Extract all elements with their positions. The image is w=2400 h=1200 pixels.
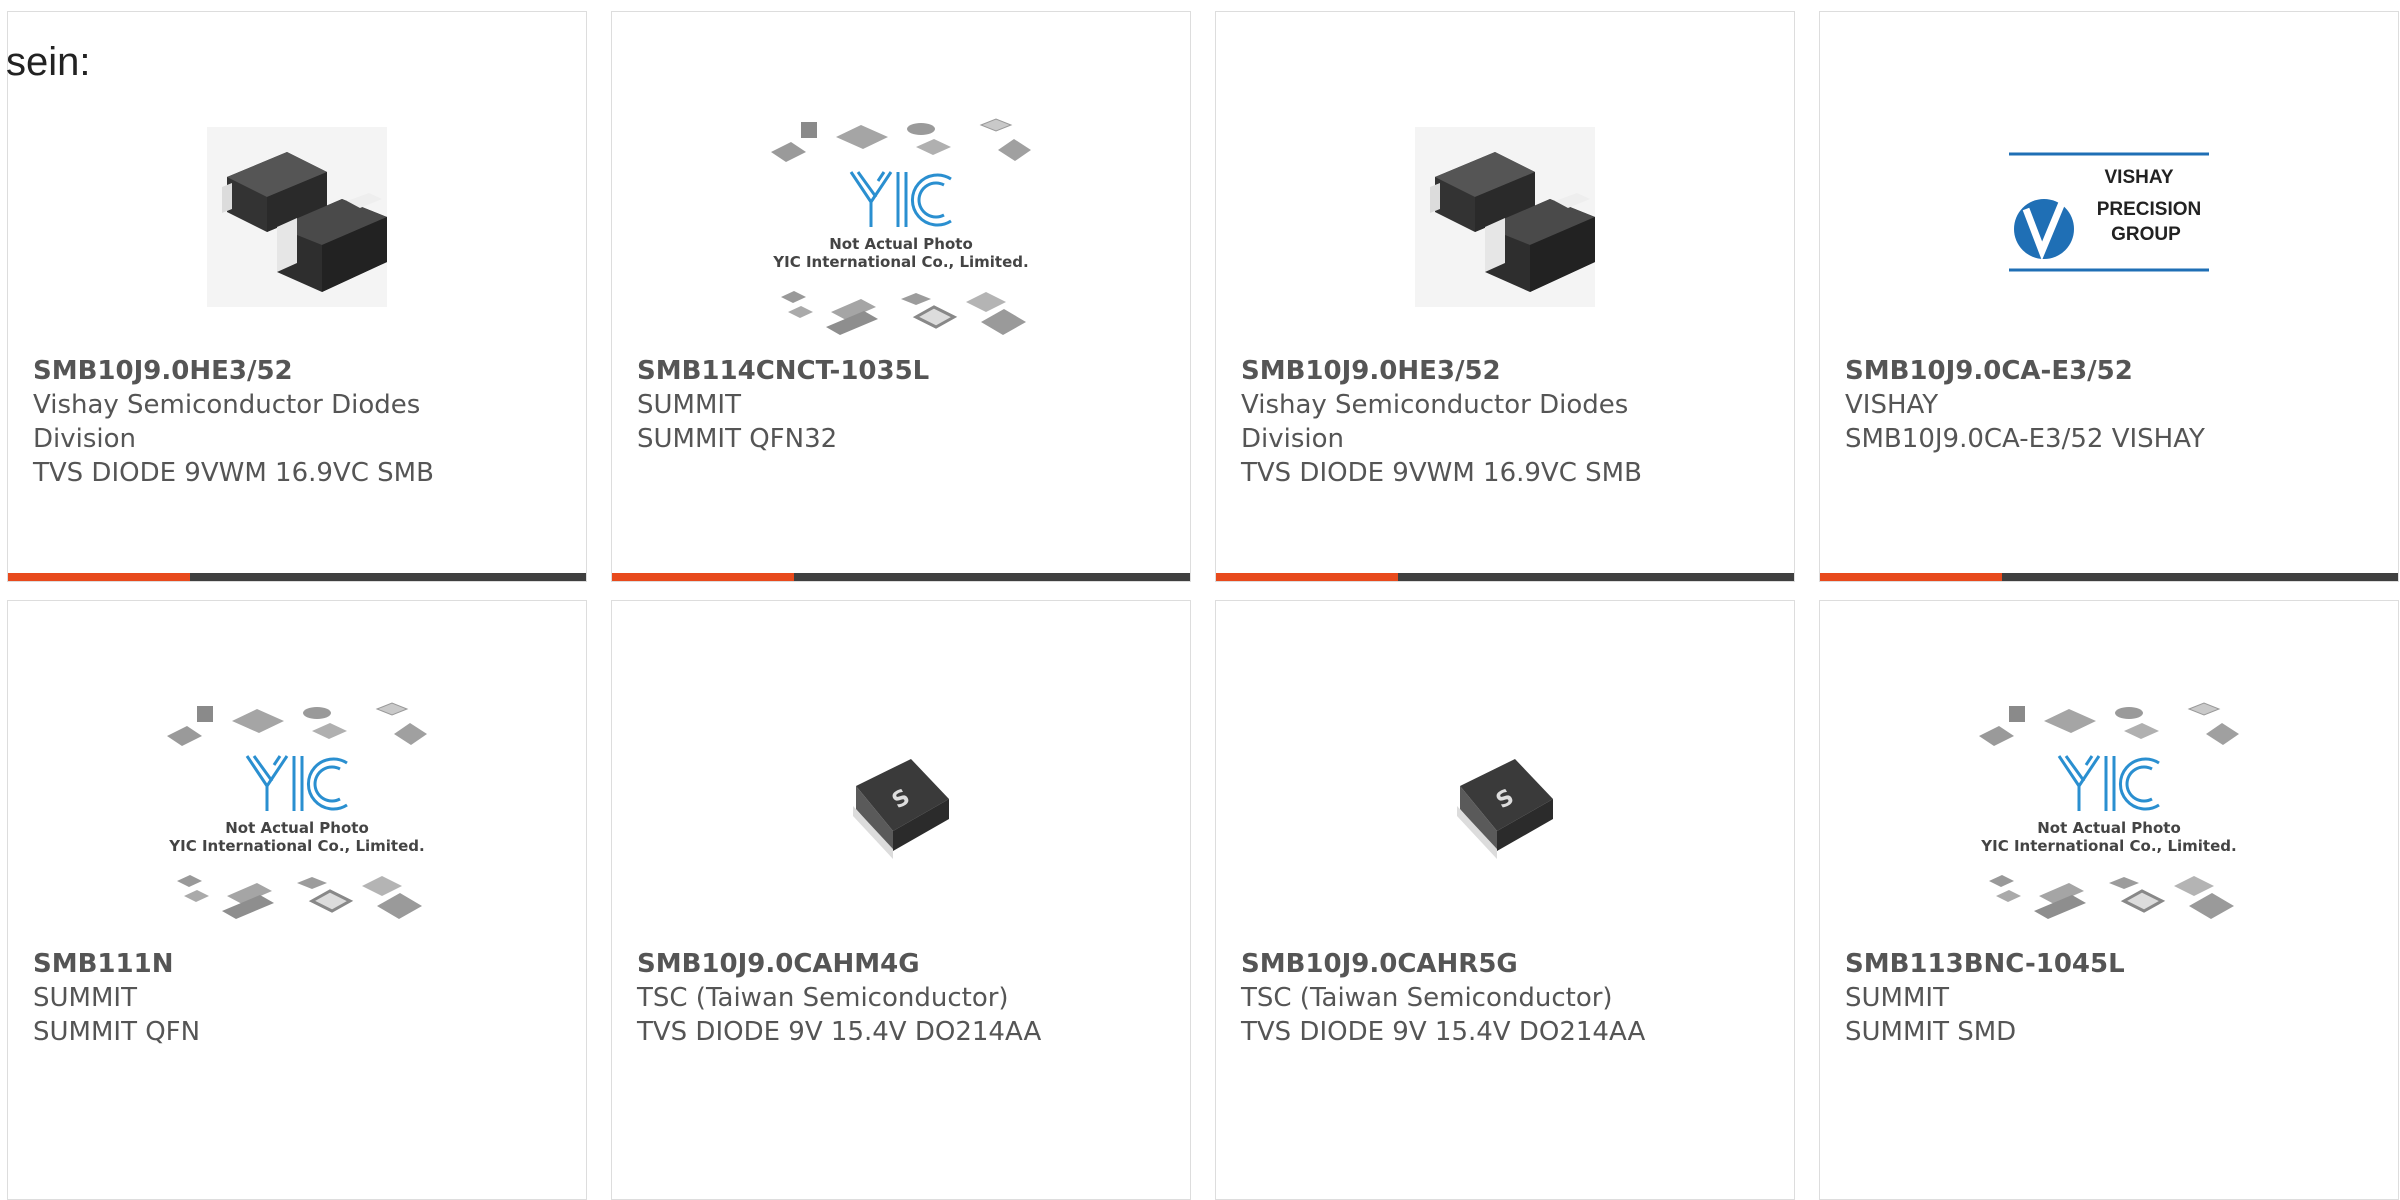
card-bottom-bar [1216,573,1794,581]
description: TVS DIODE 9VWM 16.9VC SMB [1241,458,1642,488]
manufacturer: SUMMIT [33,983,137,1013]
part-number[interactable]: SMB113BNC-1045L [1845,947,2378,981]
svg-text:Not Actual Photo: Not Actual Photo [2037,819,2181,837]
card-accent-bar [612,573,794,581]
vishay-logo-icon: VISHAY PRECISION GROUP [2009,152,2209,272]
product-card[interactable]: S SMB10J9.0CAHM4G TSC (Taiwan Semiconduc… [611,600,1191,1200]
product-image-smb-diode [8,87,586,347]
description: TVS DIODE 9VWM 16.9VC SMB [33,458,434,488]
manufacturer-continued: Division [1241,424,1345,454]
card-accent-bar [8,573,190,581]
manufacturer: TSC (Taiwan Semiconductor) [637,983,1009,1013]
part-number[interactable]: SMB111N [33,947,566,981]
card-accent-bar [1216,573,1398,581]
product-grid: SMB10J9.0HE3/52 Vishay Semiconductor Dio… [7,11,2400,1200]
part-number[interactable]: SMB10J9.0CAHR5G [1241,947,1774,981]
svg-text:Not Actual Photo: Not Actual Photo [225,819,369,837]
manufacturer: TSC (Taiwan Semiconductor) [1241,983,1613,1013]
product-card[interactable]: S SMB10J9.0CAHR5G TSC (Taiwan Semiconduc… [1215,600,1795,1200]
product-card[interactable]: SMB10J9.0HE3/52 Vishay Semiconductor Dio… [7,11,587,582]
product-info: SMB111N SUMMIT SUMMIT QFN [33,947,566,1049]
product-info: SMB114CNCT-1035L SUMMIT SUMMIT QFN32 [637,354,1170,456]
product-info: SMB10J9.0CAHM4G TSC (Taiwan Semiconducto… [637,947,1170,1049]
svg-text:YIC International Co., Limited: YIC International Co., Limited. [772,253,1028,271]
product-image-placeholder: Not Actual Photo YIC International Co., … [8,691,586,951]
svg-text:YIC International Co., Limited: YIC International Co., Limited. [1980,837,2236,855]
svg-text:PRECISION: PRECISION [2097,199,2202,220]
description: SUMMIT SMD [1845,1017,2017,1047]
manufacturer: VISHAY [1845,390,1939,420]
description: TVS DIODE 9V 15.4V DO214AA [637,1017,1042,1047]
card-bottom-bar [8,573,586,581]
product-image-placeholder: Not Actual Photo YIC International Co., … [1820,691,2398,951]
do214-diode-photo-icon: S [1457,759,1553,859]
product-image-placeholder: Not Actual Photo YIC International Co., … [612,107,1190,367]
yic-placeholder-icon: Not Actual Photo YIC International Co., … [167,702,427,919]
yic-placeholder-icon: Not Actual Photo YIC International Co., … [771,118,1031,335]
yic-placeholder-icon: Not Actual Photo YIC International Co., … [1979,702,2239,919]
product-image-smb-diode [1216,87,1794,347]
manufacturer: Vishay Semiconductor Diodes [1241,390,1629,420]
do214-diode-photo-icon: S [853,759,949,859]
description: TVS DIODE 9V 15.4V DO214AA [1241,1017,1646,1047]
product-image-do214-diode: S [1216,681,1794,941]
product-info: SMB113BNC-1045L SUMMIT SUMMIT SMD [1845,947,2378,1049]
description: SMB10J9.0CA-E3/52 VISHAY [1845,424,2205,454]
product-card[interactable]: SMB10J9.0HE3/52 Vishay Semiconductor Dio… [1215,11,1795,582]
product-card[interactable]: VISHAY PRECISION GROUP SMB10J9.0CA-E3/52… [1819,11,2399,582]
svg-text:Not Actual Photo: Not Actual Photo [829,235,973,253]
product-image-vishay-logo: VISHAY PRECISION GROUP [1820,82,2398,342]
description: SUMMIT QFN [33,1017,201,1047]
card-accent-bar [1820,573,2002,581]
product-info: SMB10J9.0CAHR5G TSC (Taiwan Semiconducto… [1241,947,1774,1049]
manufacturer: Vishay Semiconductor Diodes [33,390,421,420]
product-card[interactable]: Not Actual Photo YIC International Co., … [1819,600,2399,1200]
part-number[interactable]: SMB114CNCT-1035L [637,354,1170,388]
svg-text:YIC International Co., Limited: YIC International Co., Limited. [168,837,424,855]
card-bottom-bar [612,573,1190,581]
description: SUMMIT QFN32 [637,424,838,454]
manufacturer: SUMMIT [1845,983,1949,1013]
manufacturer: SUMMIT [637,390,741,420]
part-number[interactable]: SMB10J9.0CAHM4G [637,947,1170,981]
product-image-do214-diode: S [612,681,1190,941]
part-number[interactable]: SMB10J9.0HE3/52 [1241,354,1774,388]
smb-diode-photo-icon [207,127,387,307]
product-card[interactable]: Not Actual Photo YIC International Co., … [7,600,587,1200]
product-info: SMB10J9.0CA-E3/52 VISHAY SMB10J9.0CA-E3/… [1845,354,2378,456]
part-number[interactable]: SMB10J9.0CA-E3/52 [1845,354,2378,388]
product-info: SMB10J9.0HE3/52 Vishay Semiconductor Dio… [33,354,566,490]
lead-text: sein: [6,40,91,84]
smb-diode-photo-icon [1415,127,1595,307]
part-number[interactable]: SMB10J9.0HE3/52 [33,354,566,388]
product-info: SMB10J9.0HE3/52 Vishay Semiconductor Dio… [1241,354,1774,490]
svg-text:GROUP: GROUP [2111,224,2181,245]
card-bottom-bar [1820,573,2398,581]
svg-text:VISHAY: VISHAY [2105,167,2174,188]
product-card[interactable]: Not Actual Photo YIC International Co., … [611,11,1191,582]
manufacturer-continued: Division [33,424,137,454]
